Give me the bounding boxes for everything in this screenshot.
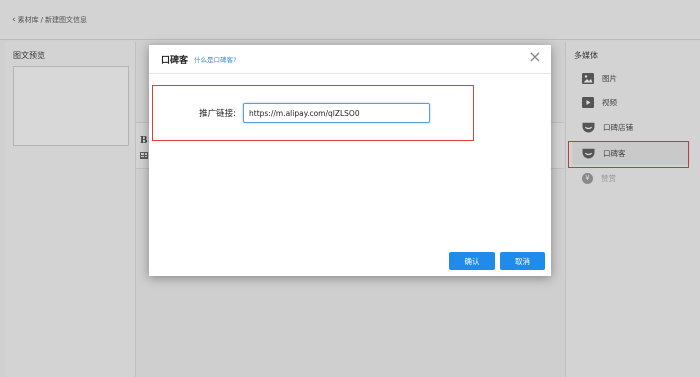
page: ‹ 素材库 / 新建图文信息 图文预览 B 多媒体 图片 视频 口碑店铺 口碑客… (0, 0, 700, 377)
dialog-header: 口碑客 什么是口碑客? (149, 45, 551, 74)
close-icon[interactable]: × (527, 49, 543, 65)
dialog-title: 口碑客 (161, 55, 189, 66)
highlight-promo-link (152, 85, 474, 141)
confirm-button[interactable]: 确认 (449, 252, 495, 270)
cancel-button[interactable]: 取消 (500, 252, 545, 270)
koubei-ke-dialog: 口碑客 什么是口碑客? × 推广链接: 确认 取消 (149, 45, 551, 276)
help-link[interactable]: 什么是口碑客? (194, 54, 236, 64)
